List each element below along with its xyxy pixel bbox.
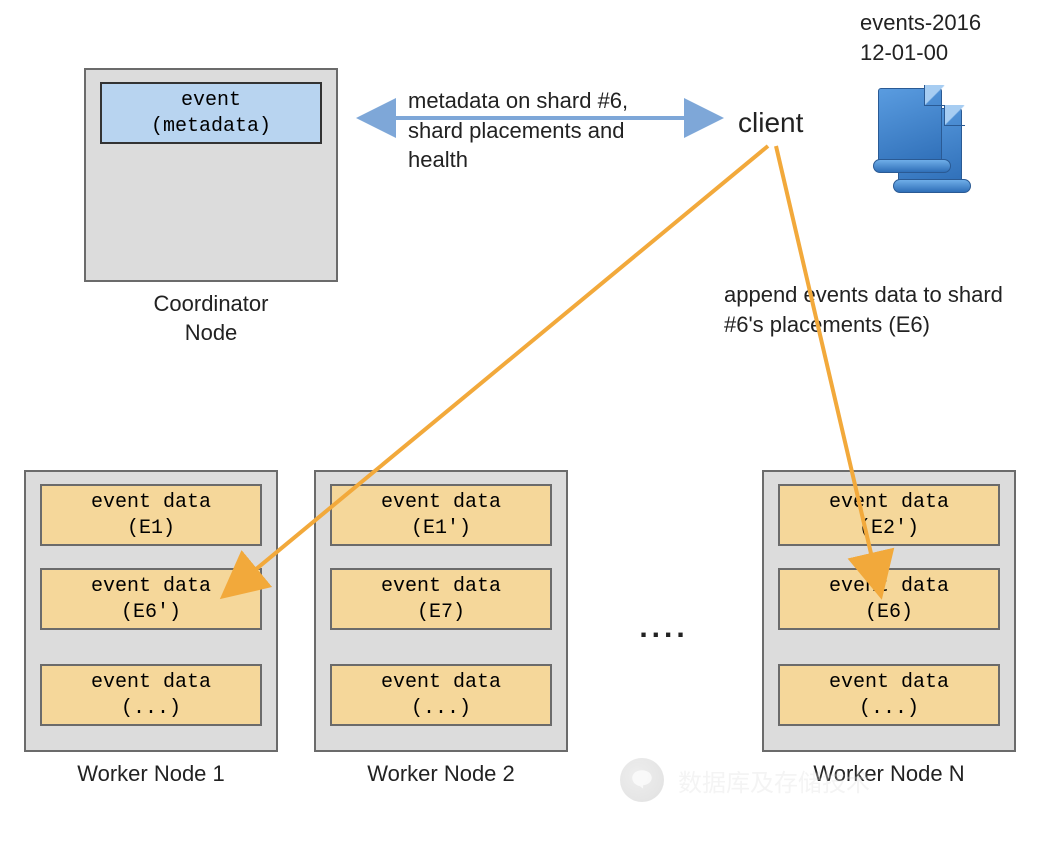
watermark-text: 数据库及存储技术	[678, 763, 870, 798]
watermark: 数据库及存储技术	[620, 758, 870, 802]
workern-shard3: event data (...)	[778, 664, 1000, 726]
worker2-shard3: event data (...)	[330, 664, 552, 726]
append-annotation: append events data to shard #6's placeme…	[724, 280, 1004, 339]
workern-shard1: event data (E2')	[778, 484, 1000, 546]
worker2-shard2: event data (E7)	[330, 568, 552, 630]
watermark-icon	[620, 758, 664, 802]
file-label-line2: 12-01-00	[860, 40, 948, 65]
worker1-label: Worker Node 1	[24, 760, 278, 789]
coordinator-label: Coordinator Node	[84, 290, 338, 347]
file-label: events-2016 12-01-00	[860, 8, 981, 67]
worker1-shard2: event data (E6')	[40, 568, 262, 630]
workern-shard2: event data (E6)	[778, 568, 1000, 630]
metadata-line2: (metadata)	[151, 115, 271, 138]
metadata-box: event (metadata)	[100, 82, 322, 144]
ellipsis: ....	[624, 608, 704, 647]
metadata-annotation: metadata on shard #6, shard placements a…	[408, 86, 678, 175]
worker1-shard1: event data (E1)	[40, 484, 262, 546]
metadata-line1: event	[181, 89, 241, 112]
client-label: client	[738, 104, 803, 142]
worker2-label: Worker Node 2	[314, 760, 568, 789]
file-label-line1: events-2016	[860, 10, 981, 35]
worker2-shard1: event data (E1')	[330, 484, 552, 546]
worker1-shard3: event data (...)	[40, 664, 262, 726]
file-icon	[870, 84, 980, 204]
